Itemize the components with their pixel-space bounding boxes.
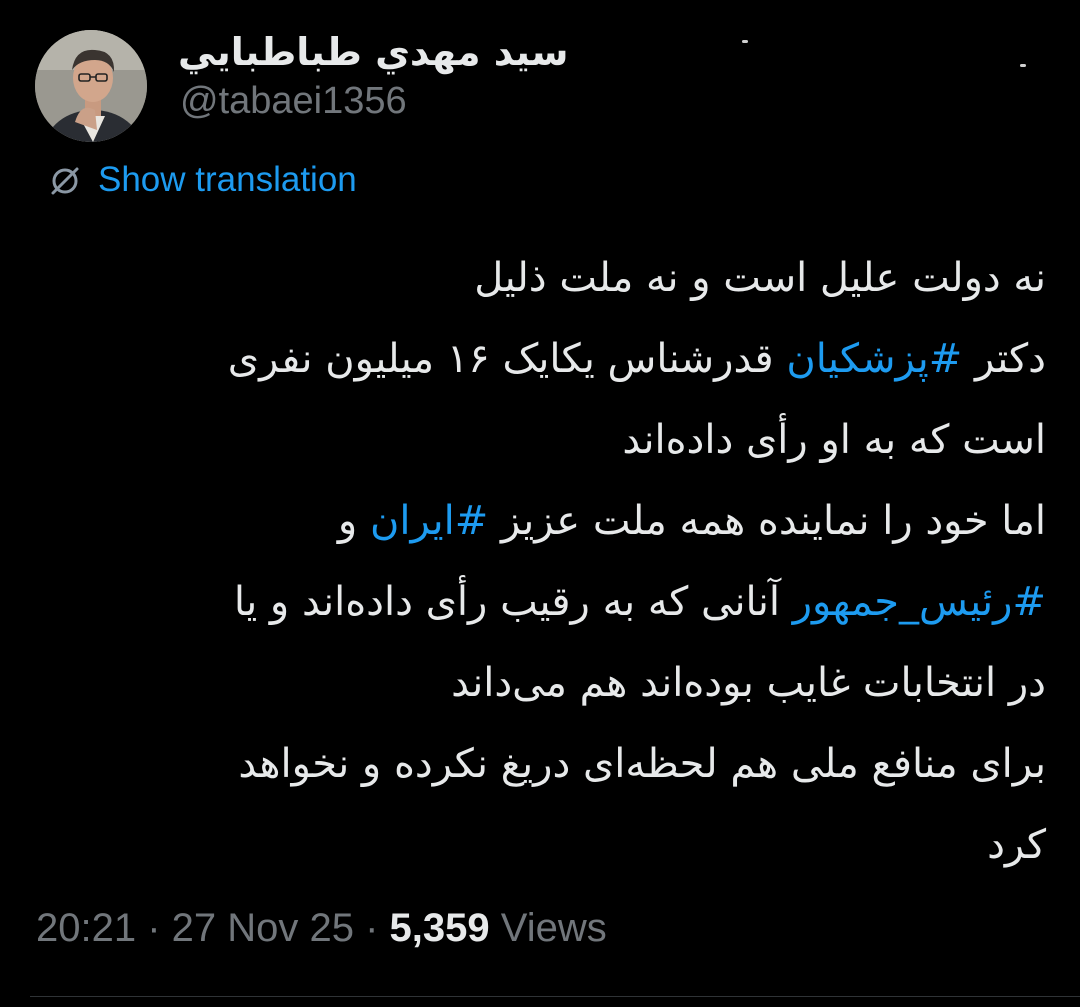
author-display-name[interactable]: سيد مهدي طباطبايي [178,30,569,74]
divider [30,996,1080,997]
decorative-mark [742,40,748,43]
tweet-meta: 20:21 · 27 Nov 25 · 5,359 Views [36,906,607,951]
tweet-text-segment: آنانی که به رقیب رأی داده‌اند و یا [233,579,793,625]
tweet-text-line: در انتخابات غایب بوده‌اند هم می‌داند [60,643,1046,724]
tweet-text-line: دکتر #پزشکیان قدرشناس یکایک ۱۶ میلیون نف… [60,319,1046,400]
tweet-time[interactable]: 20:21 [36,906,136,950]
tweet-text: نه دولت علیل است و نه ملت ذلیل دکتر #پزشک… [60,238,1046,886]
tweet-text-segment: اما خود را نماینده همه ملت عزیز [488,498,1046,544]
tweet-text-segment: در انتخابات غایب بوده‌اند هم می‌داند [451,660,1046,706]
tweet-text-line: است که به او رأی داده‌اند [60,400,1046,481]
tweet-text-line: #رئیس_جمهور آنانی که به رقیب رأی داده‌ان… [60,562,1046,643]
tweet-text-line: نه دولت علیل است و نه ملت ذلیل [60,238,1046,319]
hashtag-link[interactable]: #پزشکیان [786,336,962,382]
tweet-text-segment: و [337,498,370,544]
tweet-text-segment: قدرشناس یکایک ۱۶ میلیون نفری [227,336,787,382]
tweet-text-segment: است که به او رأی داده‌اند [622,417,1046,463]
decorative-mark [1020,64,1026,67]
profile-photo [35,30,147,142]
show-translation-link[interactable]: Show translation [98,160,357,200]
tweet-text-line: اما خود را نماینده همه ملت عزیز #ایران و [60,481,1046,562]
views-count[interactable]: 5,359 [390,906,490,950]
author-handle[interactable]: @tabaei1356 [180,80,407,123]
tweet-text-line: برای منافع ملی هم لحظه‌ای دریغ نکرده و ن… [60,724,1046,805]
hashtag-link[interactable]: #ایران [370,498,488,544]
tweet-date[interactable]: 27 Nov 25 [172,906,354,950]
tweet-text-segment: کرد [987,822,1046,868]
translate-icon [51,167,79,195]
meta-separator: · [354,906,390,950]
tweet-text-line: کرد [60,805,1046,886]
meta-separator: · [136,906,172,950]
show-translation-row[interactable]: Show translation [46,160,357,200]
tweet-text-segment: دکتر [962,336,1046,382]
hashtag-link[interactable]: #رئیس_جمهور [793,579,1046,625]
tweet-text-segment: برای منافع ملی هم لحظه‌ای دریغ نکرده و ن… [238,741,1046,787]
tweet-text-segment: نه دولت علیل است و نه ملت ذلیل [474,255,1046,301]
views-label[interactable]: Views [490,906,607,950]
avatar[interactable] [35,30,147,142]
